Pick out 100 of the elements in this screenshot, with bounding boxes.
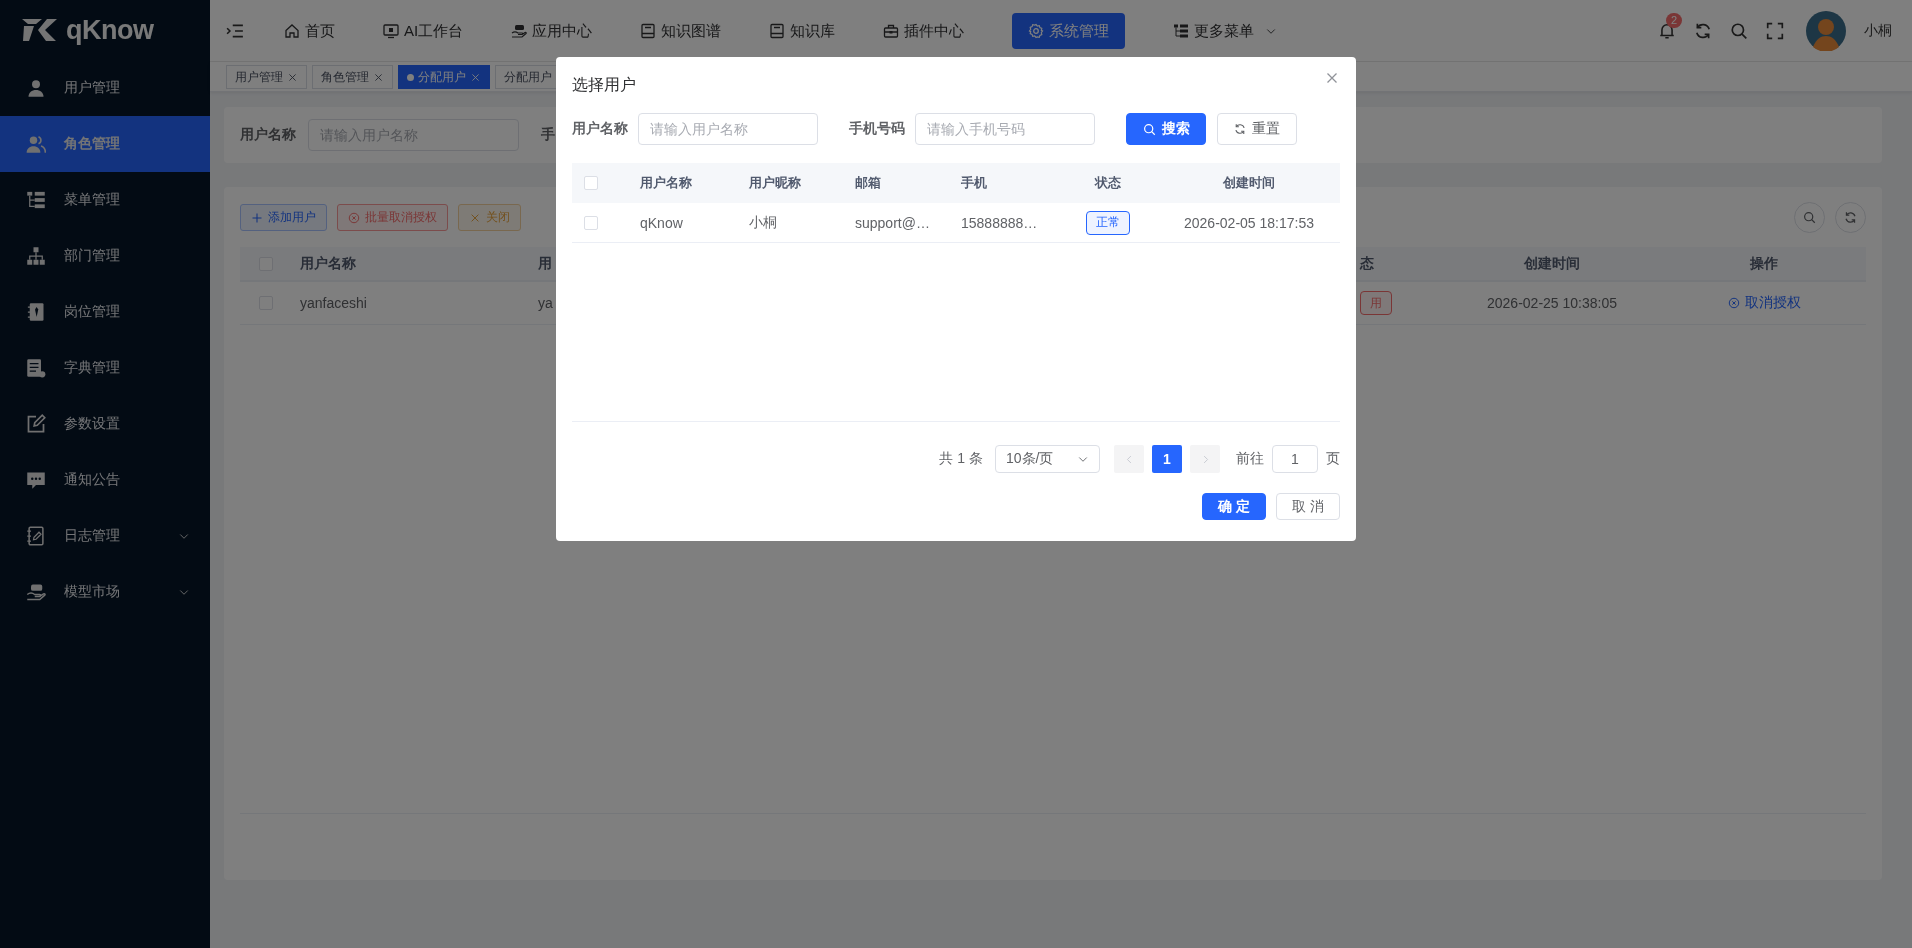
chat-icon xyxy=(26,470,46,490)
table-cell: 小桐 xyxy=(749,213,777,232)
cancel-button[interactable]: 取 消 xyxy=(1276,493,1340,520)
column-header: 状态 xyxy=(1095,174,1121,192)
refresh-icon xyxy=(1844,211,1857,224)
field-label: 用户名称 xyxy=(240,126,296,144)
book-icon xyxy=(640,23,657,39)
column-header: 用户名称 xyxy=(300,254,356,273)
revoke-link[interactable]: 取消授权 xyxy=(1727,294,1801,312)
avatar xyxy=(1806,11,1846,51)
dialog-title: 选择用户 xyxy=(572,75,636,95)
list-icon xyxy=(26,190,46,210)
close-icon xyxy=(373,71,384,83)
sidebar-item[interactable]: 参数设置 xyxy=(0,396,210,452)
sidebar-item[interactable]: 模型市场 xyxy=(0,564,210,620)
nav-tab[interactable]: 插件中心 xyxy=(883,13,965,49)
home-icon xyxy=(284,23,300,39)
goto-label: 前往 xyxy=(1236,450,1264,468)
input-field[interactable]: 请输入用户名称 xyxy=(638,113,818,145)
sidebar-item[interactable]: 角色管理 xyxy=(0,116,210,172)
field-label: 手 xyxy=(541,126,555,144)
page-input[interactable]: 1 xyxy=(1272,445,1318,473)
fullscreen-icon xyxy=(1766,22,1784,40)
toolbar-button[interactable]: 添加用户 xyxy=(240,204,327,231)
document-icon xyxy=(26,358,46,378)
nav-tab[interactable]: 更多菜单 xyxy=(1173,13,1278,49)
table-cell: yanfaceshi xyxy=(300,295,367,311)
notebook-icon xyxy=(26,302,46,322)
sidebar-item[interactable]: 通知公告 xyxy=(0,452,210,508)
user-name: 小桐 xyxy=(1864,22,1892,40)
search-button[interactable] xyxy=(1794,202,1825,233)
refresh-icon xyxy=(1694,22,1712,40)
nav-tab[interactable]: AI工作台 xyxy=(383,13,464,49)
search-icon xyxy=(1730,22,1748,40)
close-icon xyxy=(470,71,481,83)
page-tab[interactable]: 用户管理 xyxy=(226,65,307,89)
nav-tab[interactable]: 系统管理 xyxy=(1012,13,1126,49)
sidebar-item[interactable]: 菜单管理 xyxy=(0,172,210,228)
input-field[interactable]: 请输入手机号码 xyxy=(915,113,1095,145)
table-cell: qKnow xyxy=(640,214,683,231)
nav-tab[interactable]: 知识库 xyxy=(769,13,836,49)
page-suffix: 页 xyxy=(1326,450,1340,468)
reset-button[interactable]: 重置 xyxy=(1217,113,1297,145)
logo-text: qKnow xyxy=(66,14,154,46)
search-button[interactable]: 搜索 xyxy=(1126,113,1206,145)
bell-icon xyxy=(1658,22,1676,40)
column-header: 态 xyxy=(1360,254,1374,273)
sidebar-item[interactable]: 用户管理 xyxy=(0,60,210,116)
sidebar-item[interactable]: 部门管理 xyxy=(0,228,210,284)
column-header: 用户名称 xyxy=(640,174,692,192)
sidebar-item[interactable]: 字典管理 xyxy=(0,340,210,396)
column-header: 操作 xyxy=(1750,254,1778,273)
circle-x-icon xyxy=(348,211,360,224)
next-page-button[interactable] xyxy=(1190,445,1220,473)
field-label: 手机号码 xyxy=(849,120,905,138)
hand-icon xyxy=(26,582,46,602)
book-icon xyxy=(769,23,786,39)
users-icon xyxy=(26,134,46,154)
prev-page-button[interactable] xyxy=(1114,445,1144,473)
confirm-button[interactable]: 确 定 xyxy=(1202,493,1266,520)
notebook-pencil-icon xyxy=(26,526,46,546)
page-button[interactable]: 1 xyxy=(1152,445,1182,473)
menu-fold-icon xyxy=(226,22,244,40)
nav-tab[interactable]: 应用中心 xyxy=(511,13,593,49)
toolbox-icon xyxy=(883,23,900,39)
column-header: 手机 xyxy=(961,174,987,192)
checkbox[interactable] xyxy=(584,215,598,230)
field-label: 用户名称 xyxy=(572,120,628,138)
page-tab[interactable]: 分配用户 xyxy=(398,65,490,89)
search-icon xyxy=(1803,211,1816,224)
refresh-button[interactable] xyxy=(1835,202,1866,233)
table-cell: support@… xyxy=(855,214,930,231)
search-icon xyxy=(1142,122,1156,136)
table-cell: ya xyxy=(538,295,553,311)
settings-icon xyxy=(1028,23,1045,39)
plus-icon xyxy=(251,211,263,224)
nav-tab[interactable]: 首页 xyxy=(284,13,335,49)
sidebar-item[interactable]: 岗位管理 xyxy=(0,284,210,340)
table-cell: 15888888… xyxy=(961,214,1038,231)
table-cell: 2026-02-05 18:17:53 xyxy=(1184,214,1314,231)
column-header: 创建时间 xyxy=(1524,254,1580,273)
circle-x-icon xyxy=(1727,297,1740,309)
total-count: 共 1 条 xyxy=(939,450,983,468)
column-header: 创建时间 xyxy=(1223,174,1275,192)
page-tab[interactable]: 角色管理 xyxy=(312,65,393,89)
nav-tab[interactable]: 知识图谱 xyxy=(640,13,722,49)
active-dot xyxy=(407,73,414,81)
hand-icon xyxy=(511,23,528,39)
refresh-icon xyxy=(1234,123,1246,135)
org-chart-icon xyxy=(26,246,46,266)
column-header: 邮箱 xyxy=(855,174,881,192)
user-icon xyxy=(26,78,46,98)
checkbox[interactable] xyxy=(584,176,598,190)
column-header: 用 xyxy=(538,254,552,273)
edit-icon xyxy=(26,414,46,434)
list-icon xyxy=(1173,23,1190,39)
monitor-icon xyxy=(383,23,399,39)
page-size-select[interactable]: 10条/页 xyxy=(995,445,1100,473)
close-icon xyxy=(287,71,298,83)
sidebar-item[interactable]: 日志管理 xyxy=(0,508,210,564)
